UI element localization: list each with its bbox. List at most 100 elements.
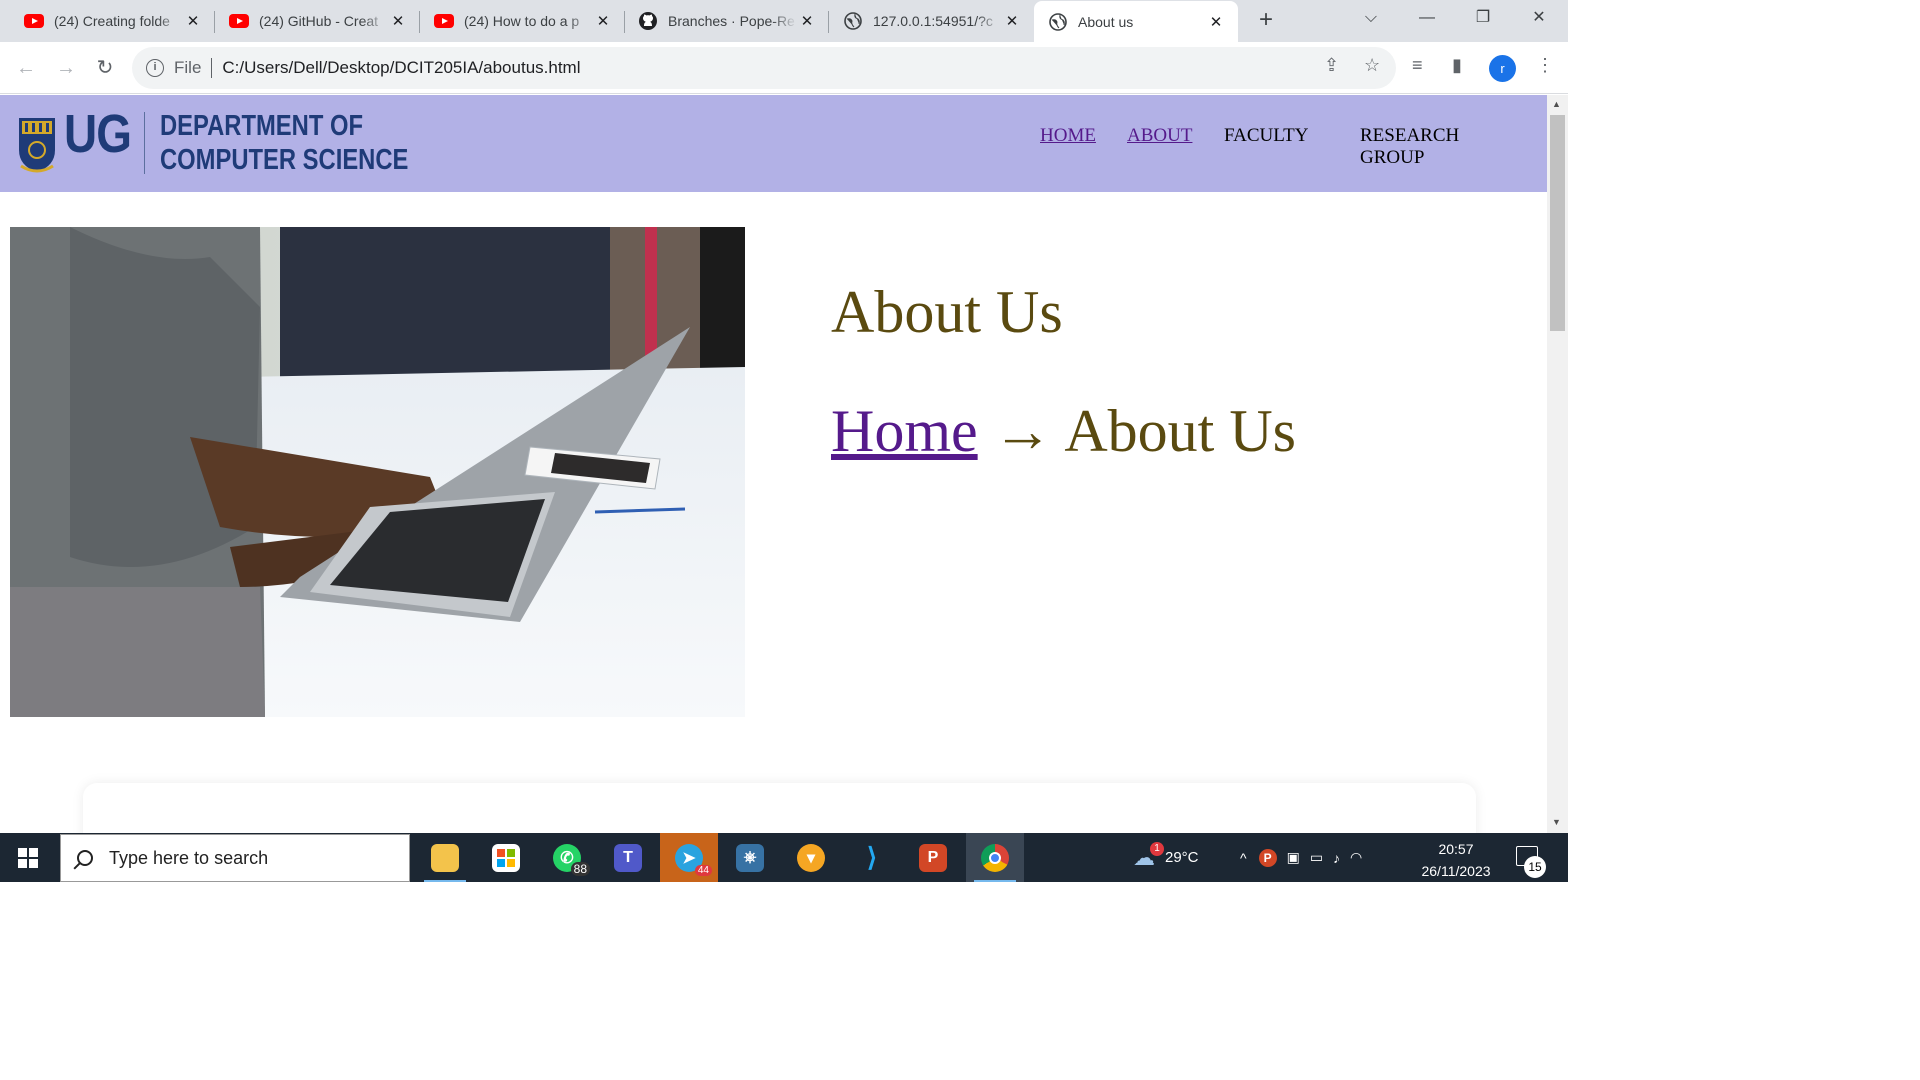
clock-date: 26/11/2023 (1421, 863, 1491, 879)
breadcrumb-home-link[interactable]: Home (831, 398, 978, 464)
hero-photo-person-typing-laptop (10, 227, 745, 717)
weather-temperature: 29°C (1165, 849, 1199, 866)
browser-tab[interactable]: (24) How to do a p ✕ (410, 0, 625, 42)
address-url[interactable]: C:/Users/Dell/Desktop/DCIT205IA/aboutus.… (222, 58, 580, 78)
site-header: UG DEPARTMENT OF COMPUTER SCIENCE HOME A… (0, 95, 1547, 192)
minimize-icon[interactable]: — (1412, 6, 1442, 30)
close-tab-icon[interactable]: ✕ (183, 12, 203, 30)
tab-title: (24) Creating folde (54, 13, 170, 29)
vscode-icon: ⟩ (866, 842, 878, 872)
file-explorer-app[interactable] (416, 833, 474, 882)
telegram-app[interactable]: ➤ 44 (660, 833, 718, 882)
weather-widget[interactable]: ☁ 1 29°C (1133, 833, 1199, 882)
teams-app[interactable]: T (599, 833, 657, 882)
bookmark-star-icon[interactable]: ☆ (1364, 55, 1380, 76)
whatsapp-app[interactable]: ✆ 88 (538, 833, 596, 882)
info-icon[interactable]: i (146, 59, 164, 77)
volume-icon[interactable]: ♪ (1333, 850, 1340, 866)
notification-count-badge: 15 (1524, 856, 1546, 878)
show-hidden-icons-chevron-icon[interactable]: ^ (1240, 850, 1247, 866)
share-icon[interactable]: ⇪ (1324, 55, 1339, 76)
tab-title: About us (1078, 13, 1134, 30)
browser-shield-icon: ▾ (797, 843, 825, 872)
menu-kebab-icon[interactable]: ⋮ (1536, 55, 1554, 76)
page-title: About Us (831, 279, 1063, 345)
python-app[interactable]: ⎈ (721, 833, 779, 882)
screen: (24) Creating folde ✕ (24) GitHub - Crea… (0, 0, 1568, 882)
powerpoint-tray-icon[interactable]: P (1258, 848, 1277, 867)
teams-icon: T (614, 843, 642, 872)
scroll-up-arrow-icon[interactable]: ▲ (1552, 99, 1561, 109)
new-tab-button[interactable]: + (1252, 6, 1280, 34)
close-window-icon[interactable]: ✕ (1524, 6, 1554, 30)
search-icon (77, 850, 93, 866)
department-name: DEPARTMENT OF COMPUTER SCIENCE (160, 109, 408, 177)
content-card (83, 783, 1476, 833)
address-bar[interactable]: i File C:/Users/Dell/Desktop/DCIT205IA/a… (132, 47, 1396, 89)
back-icon[interactable]: ← (12, 54, 40, 82)
taskbar-search-placeholder: Type here to search (109, 847, 269, 868)
store-icon (492, 843, 520, 872)
telegram-badge: 44 (694, 865, 712, 876)
nav-research-line-2: GROUP (1360, 147, 1425, 168)
chrome-icon (981, 843, 1009, 872)
taskbar-search-box[interactable]: Type here to search (60, 834, 410, 882)
tab-title: (24) GitHub - Creat (259, 13, 379, 29)
browser-tab[interactable]: 127.0.0.1:54951/?c ✕ (819, 0, 1034, 42)
youtube-icon (24, 13, 44, 29)
meet-now-icon[interactable]: ▣ (1287, 849, 1300, 866)
close-tab-icon[interactable]: ✕ (388, 12, 408, 30)
nav-faculty-link[interactable]: FACULTY (1224, 125, 1308, 147)
address-scheme: File (174, 58, 202, 77)
whatsapp-badge: 88 (570, 862, 590, 876)
brave-browser-app[interactable]: ▾ (782, 833, 840, 882)
python-icon: ⎈ (736, 843, 764, 872)
browser-tab-strip: (24) Creating folde ✕ (24) GitHub - Crea… (0, 0, 1568, 42)
close-tab-icon[interactable]: ✕ (1002, 12, 1022, 30)
scroll-down-arrow-icon[interactable]: ▼ (1552, 817, 1561, 827)
close-tab-icon[interactable]: ✕ (593, 12, 613, 30)
ug-logo-text: UG (64, 104, 132, 164)
wifi-icon[interactable]: ◠ (1350, 849, 1362, 866)
nav-research-line-1: RESEARCH (1360, 125, 1460, 146)
browser-tab-active[interactable]: About us ✕ (1034, 1, 1238, 42)
profile-avatar[interactable]: r (1489, 55, 1516, 82)
close-tab-icon[interactable]: ✕ (1206, 13, 1226, 31)
youtube-icon (434, 13, 454, 29)
chrome-app[interactable] (966, 833, 1024, 882)
scrollbar-thumb[interactable] (1550, 115, 1565, 331)
breadcrumb-current: About Us (1064, 398, 1297, 464)
browser-tab[interactable]: Branches · Pope-Re ✕ (614, 0, 829, 42)
restore-icon[interactable]: ❐ (1468, 6, 1498, 30)
close-tab-icon[interactable]: ✕ (797, 12, 817, 30)
reading-list-icon[interactable]: ≡ (1412, 55, 1423, 76)
system-tray: ^ P ▣ ▭ ♪ ◠ (1240, 833, 1362, 882)
globe-icon (1048, 12, 1068, 31)
department-line-1: DEPARTMENT OF (160, 110, 364, 142)
browser-tab[interactable]: (24) Creating folde ✕ (0, 0, 215, 42)
nav-research-group-link[interactable]: RESEARCH GROUP (1360, 125, 1459, 169)
windows-start-icon[interactable] (18, 848, 38, 868)
forward-icon[interactable]: → (52, 54, 80, 82)
vscode-app[interactable]: ⟩ (843, 833, 901, 882)
powerpoint-app[interactable]: P (904, 833, 962, 882)
tab-title: (24) How to do a p (464, 13, 580, 29)
microsoft-store-app[interactable] (477, 833, 535, 882)
globe-icon (843, 12, 863, 30)
windows-taskbar: Type here to search ✆ 88 T ➤ 44 ⎈ ▾ ⟩ P … (0, 833, 1568, 882)
nav-home-link[interactable]: HOME (1040, 125, 1096, 147)
tab-title: Branches · Pope-Re (668, 13, 795, 29)
powerpoint-icon: P (919, 843, 947, 872)
page-scrollbar[interactable]: ▲ ▼ (1547, 95, 1568, 833)
side-panel-icon[interactable]: ▮ (1452, 55, 1462, 76)
github-icon (638, 12, 658, 30)
battery-icon[interactable]: ▭ (1310, 849, 1323, 866)
department-line-2: COMPUTER SCIENCE (160, 144, 409, 176)
tab-search-icon[interactable]: ⌵ (1356, 6, 1386, 30)
reload-icon[interactable]: ↻ (91, 54, 119, 82)
folder-icon (431, 843, 459, 872)
clock-time: 20:57 (1438, 841, 1474, 857)
taskbar-clock[interactable]: 20:57 26/11/2023 (1410, 838, 1502, 882)
browser-tab[interactable]: (24) GitHub - Creat ✕ (205, 0, 420, 42)
nav-about-link[interactable]: ABOUT (1127, 125, 1192, 147)
